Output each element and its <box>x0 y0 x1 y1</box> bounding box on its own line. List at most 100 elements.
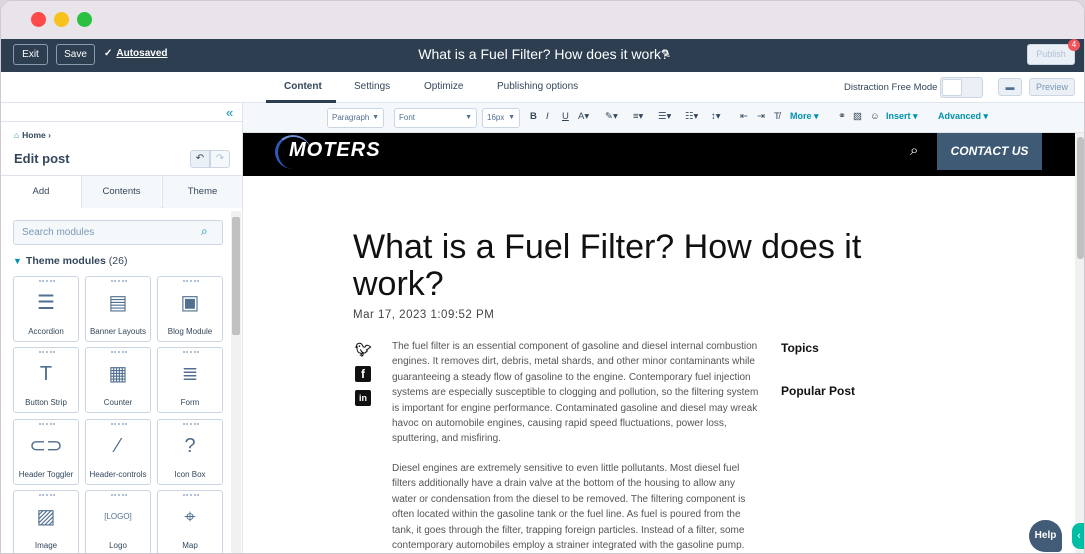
breadcrumb-home[interactable]: Home <box>22 130 46 140</box>
contact-us-button[interactable]: CONTACT US <box>937 133 1042 170</box>
theme-modules-count: (26) <box>108 255 128 267</box>
italic-icon[interactable]: I <box>546 111 549 122</box>
module-accordion[interactable]: ☰ Accordion <box>13 276 79 342</box>
breadcrumb[interactable]: ⌂ Home › <box>14 130 51 140</box>
facebook-icon[interactable]: f <box>355 366 371 382</box>
preview-button[interactable]: Preview <box>1029 78 1075 96</box>
module-label: Header Toggler <box>18 470 74 479</box>
comments-button[interactable]: ▬ <box>998 78 1022 96</box>
sidebar-title: Edit post <box>14 151 70 166</box>
search-icon[interactable]: ⌕ <box>201 224 208 239</box>
tab-publishing-options[interactable]: Publishing options <box>497 81 578 92</box>
module-counter[interactable]: ▦ Counter <box>85 347 151 413</box>
document-title: What is a Fuel Filter? How does it work? <box>418 46 669 62</box>
banner-icon: ▤ <box>108 292 128 314</box>
chevron-left-icon[interactable]: ‹ <box>1072 523 1084 549</box>
module-banner-layouts[interactable]: ▤ Banner Layouts <box>85 276 151 342</box>
module-header-toggler[interactable]: ⊂⊃ Header Toggler <box>13 419 79 485</box>
module-header-controls[interactable]: ⁄ Header-controls <box>85 419 151 485</box>
module-label: Accordion <box>28 327 64 336</box>
image-insert-icon[interactable]: ▨ <box>853 111 862 122</box>
line-height-icon[interactable]: ↕▾ <box>711 111 721 122</box>
home-icon: ⌂ <box>14 130 20 140</box>
twitter-icon[interactable]: 🐦︎ <box>355 342 372 358</box>
page-preview: MOTERS ⌕ CONTACT US What is a Fuel Filte… <box>243 133 1084 553</box>
emoji-icon[interactable]: ☺ <box>870 111 880 122</box>
toggle-knob <box>942 79 962 96</box>
text-color-icon[interactable]: A▾ <box>578 111 589 122</box>
tab-settings[interactable]: Settings <box>354 81 390 92</box>
image-icon: ▨ <box>36 506 56 528</box>
tab-optimize[interactable]: Optimize <box>424 81 463 92</box>
module-search-input[interactable]: Search modules <box>13 220 223 245</box>
counter-icon: ▦ <box>108 363 128 385</box>
preview-scroll-thumb[interactable] <box>1077 137 1084 259</box>
tab-content[interactable]: Content <box>284 81 322 92</box>
module-image[interactable]: ▨ Image <box>13 490 79 553</box>
sidebar-tab-add[interactable]: Add <box>1 176 81 208</box>
bold-icon[interactable]: B <box>530 111 537 122</box>
undo-icon: ↶ <box>195 153 205 164</box>
theme-modules-header[interactable]: ▼ Theme modules (26) <box>13 255 127 267</box>
module-map[interactable]: ⌖ Map <box>157 490 223 553</box>
paragraph-select-value: Paragraph <box>332 113 370 122</box>
logo-icon: [LOGO] <box>104 512 132 521</box>
magic-wand-icon: ⁄ <box>116 435 120 457</box>
blog-module-icon: ▣ <box>180 292 200 314</box>
redo-button[interactable]: ↷ <box>210 150 230 168</box>
site-logo[interactable]: MOTERS <box>289 139 381 162</box>
module-form[interactable]: ≣ Form <box>157 347 223 413</box>
clear-format-icon[interactable]: T̸ <box>774 111 780 122</box>
linkedin-icon[interactable]: in <box>355 390 371 406</box>
indent-icon[interactable]: ⇥ <box>757 111 765 122</box>
sidebar: « ⌂ Home › Edit post ↶ ↷ Add Contents The… <box>1 103 243 553</box>
module-icon-box[interactable]: ? Icon Box <box>157 419 223 485</box>
module-button-strip[interactable]: T Button Strip <box>13 347 79 413</box>
drag-handle-icon <box>111 494 127 498</box>
post-title[interactable]: What is a Fuel Filter? How does it work? <box>353 229 913 303</box>
post-paragraph[interactable]: Diesel engines are extremely sensitive t… <box>392 461 762 553</box>
more-menu[interactable]: More ▾ <box>790 111 819 122</box>
sidebar-tab-theme[interactable]: Theme <box>162 176 242 208</box>
popular-post-heading: Popular Post <box>781 384 856 398</box>
module-label: Header-controls <box>89 470 147 479</box>
text-icon: T <box>39 363 53 385</box>
bulleted-list-icon[interactable]: ☰▾ <box>658 111 671 122</box>
module-blog-module[interactable]: ▣ Blog Module <box>157 276 223 342</box>
drag-handle-icon <box>39 423 55 427</box>
align-icon[interactable]: ≡▾ <box>633 111 643 122</box>
underline-icon[interactable]: U <box>562 111 569 122</box>
minimize-window-button[interactable] <box>54 12 69 27</box>
site-search-icon[interactable]: ⌕ <box>910 142 918 159</box>
font-size-select[interactable]: 16px ▼ <box>482 108 520 128</box>
highlight-icon[interactable]: ✎▾ <box>605 111 618 122</box>
insert-menu[interactable]: Insert ▾ <box>886 111 918 122</box>
pencil-icon[interactable]: ✎ <box>661 47 671 61</box>
sidebar-tab-contents[interactable]: Contents <box>81 176 161 208</box>
font-select[interactable]: Font ▼ <box>394 108 477 128</box>
help-button[interactable]: Help <box>1029 520 1062 552</box>
maximize-window-button[interactable] <box>77 12 92 27</box>
collapse-sidebar-icon[interactable]: « <box>226 105 233 120</box>
question-icon: ? <box>184 435 196 457</box>
chevron-down-icon: ▼ <box>465 114 472 121</box>
distraction-free-toggle[interactable] <box>940 77 983 98</box>
site-header: MOTERS ⌕ CONTACT US <box>243 133 1075 176</box>
post-paragraph[interactable]: The fuel filter is an essential componen… <box>392 339 762 447</box>
sidebar-scroll-thumb[interactable] <box>232 217 240 335</box>
map-icon: ⌖ <box>184 506 196 528</box>
link-icon[interactable]: ⚭ <box>838 111 846 122</box>
module-label: Banner Layouts <box>89 327 147 336</box>
paragraph-select[interactable]: Paragraph ▼ <box>327 108 384 128</box>
numbered-list-icon[interactable]: ☷▾ <box>685 111 698 122</box>
close-window-button[interactable] <box>31 12 46 27</box>
toggle-icon: ⊂⊃ <box>29 435 63 457</box>
module-label: Counter <box>103 398 133 407</box>
post-date: Mar 17, 2023 1:09:52 PM <box>353 309 495 321</box>
advanced-menu[interactable]: Advanced ▾ <box>938 111 988 122</box>
module-logo[interactable]: [LOGO] Logo <box>85 490 151 553</box>
outdent-icon[interactable]: ⇤ <box>740 111 748 122</box>
module-label: Form <box>180 398 200 407</box>
font-size-value: 16px <box>487 113 505 122</box>
undo-button[interactable]: ↶ <box>190 150 210 168</box>
